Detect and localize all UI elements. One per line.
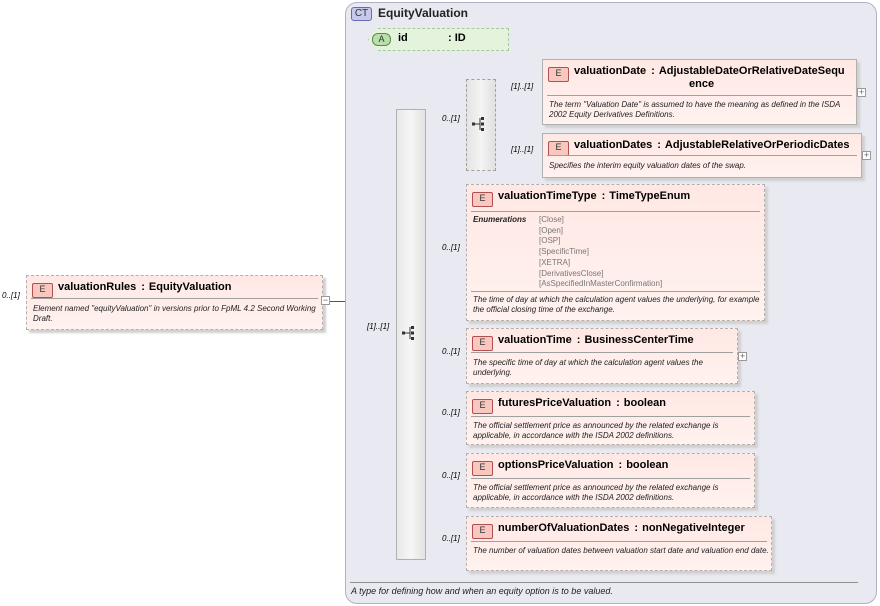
element-documentation: The official settlement price as announc… <box>473 483 719 502</box>
element-documentation: The term "Valuation Date" is assumed to … <box>549 100 841 119</box>
type-separator: : <box>634 522 639 534</box>
type-separator: : <box>618 459 623 471</box>
element-heading: valuationDate: AdjustableDateOrRelativeDa… <box>574 65 845 78</box>
element-type: AdjustableRelativeOrPeriodicDates <box>664 139 850 151</box>
element-badge: E <box>472 524 493 539</box>
type-separator: : <box>576 334 581 346</box>
element-heading: valuationTimeType: TimeTypeEnum <box>498 190 690 203</box>
element-type: AdjustableDateOrRelativeDateSequ <box>658 65 845 77</box>
enumeration-value: [SpecificTime] <box>539 247 589 257</box>
element-valuation-date[interactable]: E valuationDate: AdjustableDateOrRelative… <box>542 59 857 125</box>
element-heading: optionsPriceValuation: boolean <box>498 459 668 472</box>
element-name: valuationTimeType <box>498 190 597 202</box>
enumerations-label: Enumerations <box>473 215 527 224</box>
element-name: optionsPriceValuation <box>498 459 614 471</box>
sequence-element-cardinality: 0..[1] <box>442 408 460 417</box>
choice-element-cardinality: [1]..[1] <box>511 145 534 154</box>
enumeration-value: [Close] <box>539 215 564 224</box>
enumeration-value: [Open] <box>539 225 564 235</box>
sequence-element-cardinality: 0..[1] <box>442 471 460 480</box>
sequence-element-cardinality: 0..[1] <box>442 243 460 252</box>
choice-cardinality: 0..[1] <box>442 114 460 123</box>
element-type-continued: ence <box>689 78 715 90</box>
root-element-cardinality: 0..[1] <box>2 291 20 300</box>
element-name: numberOfValuationDates <box>498 522 630 534</box>
element-name: valuationDates <box>574 139 653 151</box>
element-name: futuresPriceValuation <box>498 397 612 409</box>
element-heading: valuationRules: EquityValuation <box>58 281 231 294</box>
type-separator: : <box>616 397 620 409</box>
type-separator: : <box>657 139 661 151</box>
element-documentation: The time of day at which the calculation… <box>473 295 760 314</box>
complex-type-name: EquityValuation <box>378 6 469 20</box>
element-documentation: The official settlement price as announc… <box>473 421 719 440</box>
expand-icon[interactable]: + <box>738 352 747 361</box>
type-separator: : <box>601 190 606 202</box>
element-divider <box>471 291 760 292</box>
complex-type-separator <box>350 582 858 583</box>
sequence-cardinality: [1]..[1] <box>367 322 390 331</box>
element-divider <box>471 211 760 212</box>
element-divider <box>547 95 852 96</box>
element-divider <box>471 352 733 353</box>
attribute-type: : ID <box>448 32 466 44</box>
expand-icon[interactable]: + <box>862 151 871 160</box>
type-separator: : <box>141 281 145 293</box>
element-badge: E <box>548 141 569 156</box>
element-documentation: Element named "equityValuation" in versi… <box>33 304 316 323</box>
collapse-icon[interactable]: − <box>321 296 330 305</box>
element-documentation: The specific time of day at which the ca… <box>473 358 703 377</box>
element-heading: futuresPriceValuation: boolean <box>498 397 666 410</box>
element-type: TimeTypeEnum <box>609 190 691 202</box>
element-badge: E <box>548 67 569 82</box>
element-heading: valuationTime: BusinessCenterTime <box>498 334 694 347</box>
enumeration-value: [OSP] <box>539 236 561 246</box>
element-divider <box>471 416 750 417</box>
choice-element-cardinality: [1]..[1] <box>511 82 534 91</box>
enumeration-value: [DerivativesClose] <box>539 268 604 278</box>
element-name: valuationDate <box>574 65 647 77</box>
element-type: EquityValuation <box>148 281 232 293</box>
element-type: nonNegativeInteger <box>642 522 745 534</box>
element-badge: E <box>472 192 493 207</box>
type-separator: : <box>651 65 655 77</box>
sequence-element-cardinality: 0..[1] <box>442 534 460 543</box>
expand-icon[interactable]: + <box>857 88 866 97</box>
element-number-of-valuation-dates[interactable]: E numberOfValuationDates: nonNegativeInte… <box>466 516 772 571</box>
element-documentation: Specifies the interim equity valuation d… <box>549 161 746 170</box>
complex-type-documentation: A type for defining how and when an equi… <box>351 586 613 596</box>
choice-compositor-icon <box>472 117 484 131</box>
element-name: valuationTime <box>498 334 572 346</box>
element-badge: E <box>472 399 493 414</box>
element-type: BusinessCenterTime <box>584 334 694 346</box>
element-valuation-time[interactable]: E valuationTime: BusinessCenterTime The s… <box>466 328 738 384</box>
element-type: boolean <box>623 397 666 409</box>
element-divider <box>31 298 318 299</box>
sequence-element-cardinality: 0..[1] <box>442 347 460 356</box>
element-options-price-valuation[interactable]: E optionsPriceValuation: boolean The offi… <box>466 453 755 508</box>
element-badge: E <box>32 283 53 298</box>
enumeration-list: [Close] [Open] [OSP] [SpecificTime] [XET… <box>539 215 662 290</box>
element-documentation: The number of valuation dates between va… <box>473 546 769 555</box>
element-badge: E <box>472 461 493 476</box>
sequence-compositor-icon <box>402 326 414 340</box>
element-divider <box>547 155 857 156</box>
attribute-badge: A <box>372 33 391 46</box>
element-name: valuationRules <box>58 281 137 293</box>
element-valuation-rules[interactable]: E valuationRules: EquityValuation Element… <box>26 275 323 330</box>
element-heading: valuationDates: AdjustableRelativeOrPerio… <box>574 139 850 152</box>
element-heading: numberOfValuationDates: nonNegativeIntege… <box>498 522 745 535</box>
enumeration-value: [AsSpecifiedInMasterConfirmation] <box>539 279 663 289</box>
element-type: boolean <box>626 459 669 471</box>
attribute-name: id <box>398 32 408 44</box>
element-futures-price-valuation[interactable]: E futuresPriceValuation: boolean The offi… <box>466 391 755 445</box>
complex-type-badge: CT <box>351 7 372 21</box>
enumeration-value: [XETRA] <box>539 257 571 267</box>
element-valuation-time-type[interactable]: E valuationTimeType: TimeTypeEnum Enumera… <box>466 184 765 321</box>
element-divider <box>471 478 750 479</box>
element-badge: E <box>472 336 493 351</box>
element-divider <box>471 541 767 542</box>
element-valuation-dates[interactable]: E valuationDates: AdjustableRelativeOrPer… <box>542 133 862 178</box>
